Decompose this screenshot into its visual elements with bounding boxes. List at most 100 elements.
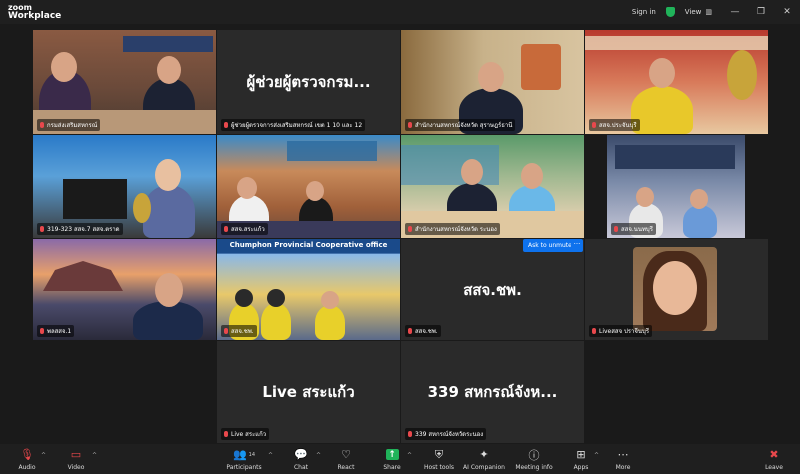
muted-mic-icon xyxy=(592,328,596,334)
video-off-icon: ▭ xyxy=(70,448,82,461)
chat-bubble-icon: 💬 xyxy=(294,448,308,461)
office-banner: Chumphon Provincial Cooperative office xyxy=(229,241,388,249)
participant-name: ผู้ช่วยผู้ตรวจการส่งเสริมสหกรณ์ เขต 1 10… xyxy=(221,119,366,131)
ask-to-unmute-button[interactable]: Ask to unmute xyxy=(523,239,577,252)
muted-mic-icon xyxy=(408,122,412,128)
audio-label: Audio xyxy=(18,464,36,471)
view-label: View xyxy=(684,8,702,16)
video-options-chevron-icon[interactable]: ^ xyxy=(92,452,97,459)
meeting-info-label: Meeting info xyxy=(515,464,553,471)
share-screen-icon: ↑ xyxy=(385,449,399,460)
muted-mic-icon xyxy=(592,122,596,128)
participant-name: สสจ.สระแก้ว xyxy=(221,223,268,235)
restore-icon[interactable]: ❐ xyxy=(748,7,774,17)
audio-options-chevron-icon[interactable]: ^ xyxy=(41,452,46,459)
video-tile-4[interactable]: สสจ.ประจันบุรี xyxy=(585,30,768,134)
video-tile-13[interactable]: Live สระแก้ว Live สระแก้ว xyxy=(217,341,400,443)
participant-name: สำนักงานสหกรณ์จังหวัด ระนอง xyxy=(405,223,500,235)
video-tile-12[interactable]: Liveสสจ ปราจีนบุรี xyxy=(585,239,768,340)
participant-name: พลสสจ.1 xyxy=(37,325,75,337)
participant-name: Liveสสจ ปราจีนบุรี xyxy=(589,325,653,337)
meeting-info-button[interactable]: ⓘ Meeting info xyxy=(509,447,559,472)
share-options-chevron-icon[interactable]: ^ xyxy=(407,452,412,459)
participant-name: สสจ.นนทบุรี xyxy=(611,223,656,235)
share-button[interactable]: ↑ Share xyxy=(367,447,417,471)
video-tile-14[interactable]: 339 สหกรณ์จังห... 339 สหกรณ์จังหวัดระนอง xyxy=(401,341,584,443)
muted-mic-icon xyxy=(614,226,618,232)
info-icon: ⓘ xyxy=(528,448,540,462)
participant-name: กรมส่งเสริมสหกรณ์ xyxy=(37,119,101,131)
muted-mic-icon xyxy=(40,328,44,334)
leave-button[interactable]: ✖ Leave xyxy=(749,447,799,471)
ai-companion-label: AI Companion xyxy=(463,464,505,471)
muted-mic-icon xyxy=(224,122,228,128)
ai-companion-button[interactable]: ✦ AI Companion xyxy=(459,447,509,471)
participants-count: 14 xyxy=(248,451,256,458)
video-tile-9[interactable]: พลสสจ.1 xyxy=(33,239,216,340)
tile-more-options-button[interactable]: ··· xyxy=(571,239,583,252)
grid-view-icon: ▥ xyxy=(705,8,712,16)
share-label: Share xyxy=(383,464,401,471)
muted-mic-icon xyxy=(408,328,412,334)
minimize-icon[interactable]: — xyxy=(722,7,748,17)
title-bar: zoom Workplace Sign in View ▥ — ❐ ✕ xyxy=(0,0,800,24)
video-tile-11[interactable]: สสจ.ชพ. สสจ.ชพ. xyxy=(401,239,584,340)
video-grid: กรมส่งเสริมสหกรณ์ ผู้ช่วยผู้ตรวจกรม... ผ… xyxy=(0,30,800,444)
security-shield-icon[interactable] xyxy=(665,7,675,17)
muted-mic-icon xyxy=(224,431,228,437)
react-button[interactable]: ♡ React xyxy=(321,447,371,471)
audio-button[interactable]: 🎙 Audio xyxy=(2,447,52,471)
more-button[interactable]: ⋯ More xyxy=(598,447,648,471)
participant-name: Live สระแก้ว xyxy=(221,428,270,440)
video-tile-1[interactable]: กรมส่งเสริมสหกรณ์ xyxy=(33,30,216,134)
chat-button[interactable]: 💬 Chat xyxy=(276,447,326,471)
muted-mic-icon: 🎙 xyxy=(20,448,34,461)
participant-display-name: สสจ.ชพ. xyxy=(463,280,522,299)
participants-options-chevron-icon[interactable]: ^ xyxy=(268,452,273,459)
host-tools-button[interactable]: ⛨ Host tools xyxy=(414,447,464,472)
video-label: Video xyxy=(67,464,85,471)
view-button[interactable]: View ▥ xyxy=(685,8,712,16)
participant-name: สสจ.ประจันบุรี xyxy=(589,119,640,131)
video-tile-7[interactable]: สำนักงานสหกรณ์จังหวัด ระนอง xyxy=(401,135,584,238)
muted-mic-icon xyxy=(224,328,228,334)
participant-name: สสจ.ชพ. xyxy=(221,325,257,337)
participants-icon: 👥 xyxy=(232,448,247,461)
meeting-toolbar: 🎙 Audio ^ ▭ Video ^ 👥 14 Participants ^ 💬… xyxy=(0,444,800,474)
video-tile-8[interactable]: สสจ.นนทบุรี xyxy=(607,135,745,238)
video-tile-3[interactable]: สำนักงานสหกรณ์จังหวัด สุราษฎร์ธานี xyxy=(401,30,584,134)
participant-name: 339 สหกรณ์จังหวัดระนอง xyxy=(405,428,487,440)
muted-mic-icon xyxy=(224,226,228,232)
muted-mic-icon xyxy=(408,431,412,437)
participant-display-name: Live สระแก้ว xyxy=(262,383,355,401)
participant-name: สำนักงานสหกรณ์จังหวัด สุราษฎร์ธานี xyxy=(405,119,516,131)
heart-icon: ♡ xyxy=(341,448,351,461)
participants-label: Participants xyxy=(226,464,262,471)
chat-label: Chat xyxy=(293,464,309,471)
video-tile-5[interactable]: 319-323 สสจ.7 สสจ.ตราด xyxy=(33,135,216,238)
logo-line2: Workplace xyxy=(8,11,62,21)
more-dots-icon: ⋯ xyxy=(617,448,629,461)
video-tile-10[interactable]: Chumphon Provincial Cooperative office ส… xyxy=(217,239,400,340)
muted-mic-icon xyxy=(40,122,44,128)
video-button[interactable]: ▭ Video xyxy=(51,447,101,471)
close-icon[interactable]: ✕ xyxy=(774,7,800,17)
participant-name: สสจ.ชพ. xyxy=(405,325,441,337)
muted-mic-icon xyxy=(408,226,412,232)
react-label: React xyxy=(337,464,355,471)
sign-in-button[interactable]: Sign in xyxy=(632,8,656,16)
participant-display-name: ผู้ช่วยผู้ตรวจกรม... xyxy=(246,73,371,91)
sparkle-icon: ✦ xyxy=(479,448,489,461)
host-tools-label: Host tools xyxy=(423,464,455,471)
video-tile-6[interactable]: สสจ.สระแก้ว xyxy=(217,135,400,238)
zoom-logo: zoom Workplace xyxy=(8,3,61,21)
leave-icon: ✖ xyxy=(769,448,779,461)
participant-name: 319-323 สสจ.7 สสจ.ตราด xyxy=(37,223,123,235)
apps-icon: ⊞ xyxy=(576,448,586,461)
muted-mic-icon xyxy=(40,226,44,232)
more-label: More xyxy=(615,464,631,471)
participants-button[interactable]: 👥 14 Participants xyxy=(219,447,269,471)
video-tile-2[interactable]: ผู้ช่วยผู้ตรวจกรม... ผู้ช่วยผู้ตรวจการส่… xyxy=(217,30,400,134)
leave-label: Leave xyxy=(765,464,783,471)
participant-display-name: 339 สหกรณ์จังห... xyxy=(427,383,558,401)
